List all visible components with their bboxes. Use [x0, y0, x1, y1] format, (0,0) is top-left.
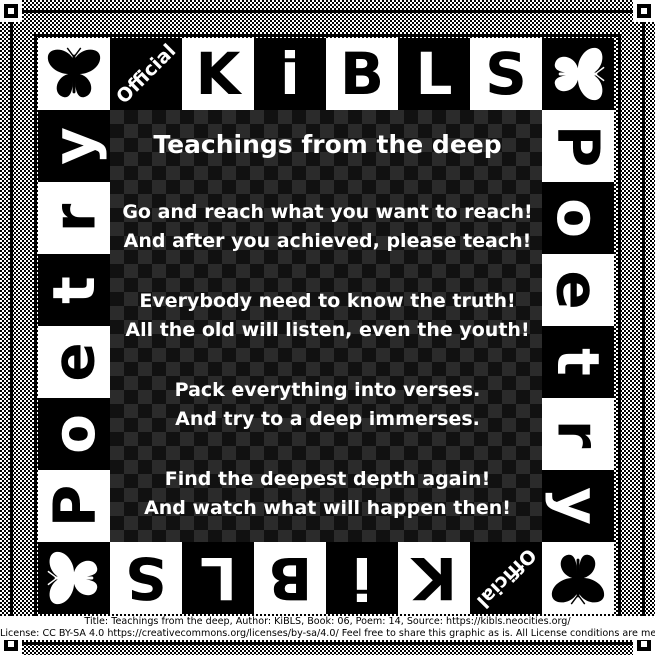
tile-left-letter-6: y [38, 110, 110, 182]
brand-letter-s-bottom: S [125, 544, 167, 612]
tile-bottom-official: Official [470, 542, 542, 614]
poetry-letter-e-right: e [544, 270, 612, 310]
tile-bottom-letter-5: S [110, 542, 182, 614]
tile-right-letter-4: t [542, 326, 614, 398]
brand-letter-l-bottom: L [199, 544, 237, 612]
official-label-bottom: Official [471, 543, 541, 613]
brand-letter-i: i [280, 40, 300, 108]
tile-left-letter-2: o [38, 398, 110, 470]
official-label-top: Official [111, 39, 181, 109]
tile-left-letter-5: r [38, 182, 110, 254]
poetry-letter-e-left: e [40, 342, 108, 382]
poem-line: Everybody need to know the truth! [139, 290, 516, 312]
poem-title: Teachings from the deep [153, 130, 502, 159]
tile-left-letter-1: P [38, 470, 110, 542]
tile-top-official: Official [110, 38, 182, 110]
tile-bottom-letter-3: B [254, 542, 326, 614]
tile-right-letter-5: r [542, 398, 614, 470]
brand-letter-k: K [195, 40, 241, 108]
poetry-letter-o-right: o [543, 198, 612, 238]
poetry-letter-t-right: t [543, 348, 612, 376]
poetry-letter-p-right: P [543, 124, 612, 168]
poetry-letter-t-left: t [39, 276, 108, 304]
tile-top-letter-4: L [398, 38, 470, 110]
tile-right-letter-3: e [542, 254, 614, 326]
footer-line-1: Title: Teachings from the deep, Author: … [84, 616, 571, 627]
tile-right-letter-6: y [542, 470, 614, 542]
poem-line: Go and reach what you want to reach! [122, 201, 533, 223]
poem-line: And try to a deep immerses. [175, 408, 480, 430]
butterfly-icon [47, 551, 98, 605]
poetry-letter-y-left: y [40, 127, 108, 165]
poetry-letter-r-left: r [39, 203, 108, 233]
butterfly-icon [47, 47, 101, 98]
poem-line: Pack everything into verses. [174, 379, 481, 401]
tile-top-left-butterfly [38, 38, 110, 110]
tile-top-letter-5: S [470, 38, 542, 110]
footer-license: License: CC BY-SA 4.0 https://creativeco… [0, 628, 655, 640]
tile-bottom-letter-4: L [182, 542, 254, 614]
footer-line-2: License: CC BY-SA 4.0 https://creativeco… [0, 628, 655, 639]
brand-letter-i-bottom: i [352, 544, 372, 612]
tile-bottom-left-butterfly [38, 542, 110, 614]
brand-letter-s: S [485, 40, 527, 108]
tile-top-right-butterfly [542, 38, 614, 110]
poetry-letter-p-left: P [39, 484, 108, 528]
poetry-letter-r-right: r [543, 419, 612, 449]
tile-left-letter-4: t [38, 254, 110, 326]
tile-right-letter-2: o [542, 182, 614, 254]
poem-line: And watch what will happen then! [144, 497, 511, 519]
tile-bottom-right-butterfly [542, 542, 614, 614]
brand-letter-b: B [339, 40, 385, 108]
butterfly-icon [554, 47, 605, 101]
tile-top-letter-1: K [182, 38, 254, 110]
brand-letter-b-bottom: B [267, 544, 313, 612]
tile-top-letter-2: i [254, 38, 326, 110]
tile-bottom-letter-1: K [398, 542, 470, 614]
poem-line: All the old will listen, even the youth! [125, 319, 530, 341]
corner-ornament-top-right [633, 0, 655, 22]
butterfly-icon [551, 554, 605, 605]
tile-left-letter-3: e [38, 326, 110, 398]
tile-right-letter-1: P [542, 110, 614, 182]
poetry-letter-o-left: o [39, 414, 108, 454]
tile-bottom-letter-2: i [326, 542, 398, 614]
poem-line: Find the deepest depth again! [164, 468, 491, 490]
brand-letter-k-bottom: K [411, 544, 457, 612]
poetry-letter-y-right: y [544, 487, 612, 525]
tile-top-letter-3: B [326, 38, 398, 110]
poem-line: And after you achieved, please teach! [123, 230, 532, 252]
poem: Teachings from the deep Go and reach wha… [110, 110, 545, 545]
footer-credits: Title: Teachings from the deep, Author: … [0, 616, 655, 628]
corner-ornament-top-left [0, 0, 22, 22]
brand-letter-l: L [415, 40, 453, 108]
